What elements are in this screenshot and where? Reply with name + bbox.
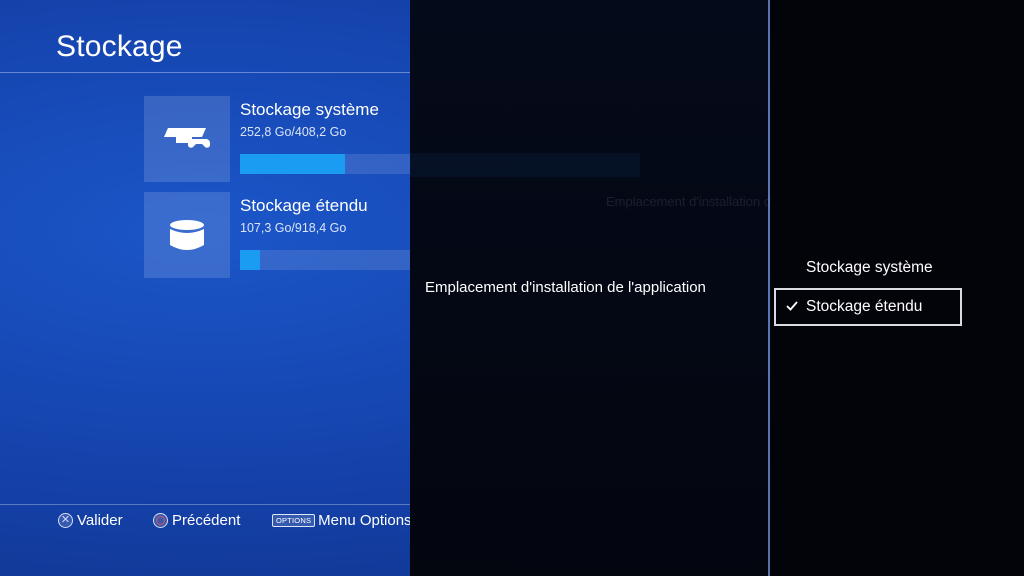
checkmark-icon <box>786 301 798 311</box>
cross-button-icon: ✕ <box>58 512 73 528</box>
system-storage-bar-fill <box>240 154 346 174</box>
faded-background-bar <box>410 153 640 177</box>
footer-divider <box>0 504 410 505</box>
page-title: Stockage <box>56 30 183 63</box>
footer-back-label: Précédent <box>172 511 241 529</box>
footer-validate[interactable]: ✕ Valider <box>58 510 123 530</box>
extended-storage-usage: 107,3 Go/918,4 Go <box>240 221 347 235</box>
option-system-storage[interactable]: Stockage système <box>774 249 962 287</box>
footer-options[interactable]: OPTIONS Menu Options <box>272 510 412 530</box>
console-icon <box>144 96 230 182</box>
system-storage-item[interactable]: Stockage système 252,8 Go/408,2 Go <box>144 96 410 182</box>
option-extended-storage[interactable]: Stockage étendu <box>774 288 962 326</box>
external-drive-icon <box>144 192 230 278</box>
option-system-storage-label: Stockage système <box>806 259 933 276</box>
options-panel: Stockage système Stockage étendu <box>770 0 1024 576</box>
extended-storage-item[interactable]: Stockage étendu 107,3 Go/918,4 Go <box>144 192 410 278</box>
circle-button-icon <box>153 512 168 528</box>
system-storage-bar <box>240 154 410 174</box>
system-storage-name: Stockage système <box>240 100 379 119</box>
options-button-icon: OPTIONS <box>272 513 316 527</box>
footer-options-label: Menu Options <box>318 511 412 529</box>
footer-back[interactable]: Précédent <box>153 510 240 530</box>
extended-storage-name: Stockage étendu <box>240 196 368 215</box>
extended-storage-bar-fill <box>240 250 261 270</box>
footer-validate-label: Valider <box>77 511 123 529</box>
option-extended-storage-label: Stockage étendu <box>806 298 923 315</box>
title-divider <box>0 72 410 73</box>
install-location-setting[interactable]: Emplacement d'installation de l'applicat… <box>425 279 706 296</box>
settings-panel: Emplacement d'installation de l'applicat… <box>410 0 849 576</box>
extended-storage-bar <box>240 250 410 270</box>
system-storage-usage: 252,8 Go/408,2 Go <box>240 125 347 139</box>
